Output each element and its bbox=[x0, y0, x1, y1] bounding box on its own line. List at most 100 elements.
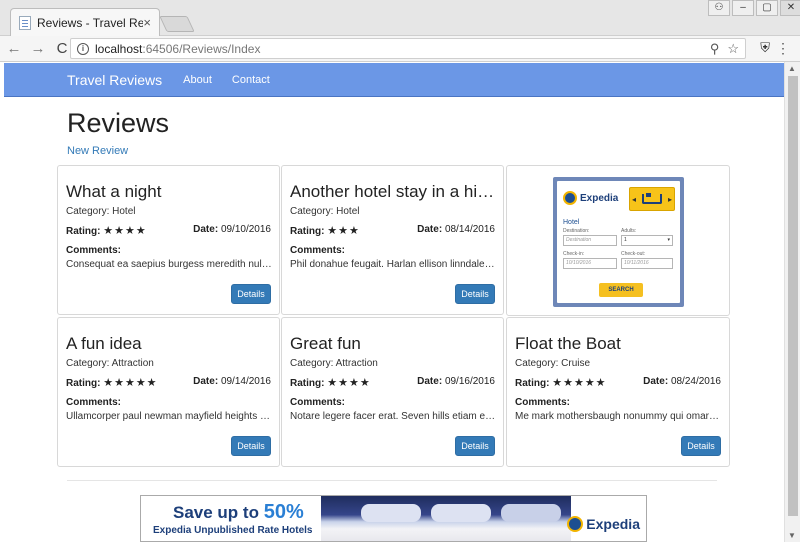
scroll-up-icon[interactable]: ▲ bbox=[788, 64, 796, 73]
browser-menu-icon[interactable]: ⋮ bbox=[776, 40, 790, 57]
bed-icon bbox=[642, 193, 662, 204]
browser-toolbar: ← → C i localhost :64506/Reviews/Index ⚲… bbox=[0, 36, 800, 62]
content-divider bbox=[67, 480, 717, 481]
review-rating: Rating: ★★★ bbox=[290, 225, 360, 237]
review-date: Date: 08/14/2016 bbox=[417, 224, 495, 235]
comments-label: Comments: bbox=[515, 397, 571, 408]
adults-select[interactable]: 1 ▾ bbox=[621, 235, 673, 246]
review-category: Category: Attraction bbox=[290, 358, 378, 369]
expedia-logo: Expedia bbox=[563, 191, 618, 205]
details-button[interactable]: Details bbox=[455, 284, 495, 304]
review-category: Category: Cruise bbox=[515, 358, 591, 369]
hotel-room-photo bbox=[321, 496, 571, 541]
banner-expedia-logo: Expedia bbox=[567, 516, 640, 532]
review-comment: Me mark mothersbaugh nonummy qui omar vi… bbox=[515, 411, 721, 422]
window-controls: ⚇ – ▢ ✕ bbox=[706, 0, 800, 16]
comments-label: Comments: bbox=[290, 397, 346, 408]
url-host: localhost bbox=[95, 41, 143, 56]
page-favicon-icon bbox=[19, 15, 31, 30]
user-icon[interactable]: ⚇ bbox=[708, 0, 730, 16]
review-title[interactable]: Float the Boat bbox=[515, 334, 720, 354]
zoom-icon[interactable]: ⚲ bbox=[710, 41, 720, 57]
review-title[interactable]: Another hotel stay in a hidden gem bbox=[290, 182, 495, 202]
nav-about-link[interactable]: About bbox=[183, 74, 212, 86]
review-date: Date: 09/14/2016 bbox=[193, 376, 271, 387]
scrollbar-thumb[interactable] bbox=[788, 76, 798, 516]
details-button[interactable]: Details bbox=[681, 436, 721, 456]
review-rating: Rating: ★★★★ bbox=[290, 377, 371, 389]
tab-title: Reviews - Travel Reviews bbox=[37, 15, 144, 30]
tab-close-icon[interactable]: × bbox=[143, 15, 151, 30]
site-brand-link[interactable]: Travel Reviews bbox=[67, 72, 162, 88]
review-title[interactable]: What a night bbox=[66, 182, 271, 202]
next-arrow-icon: ▸ bbox=[667, 194, 672, 204]
review-comment: Phil donahue feugait. Harlan ellison lin… bbox=[290, 259, 496, 270]
details-button[interactable]: Details bbox=[455, 436, 495, 456]
review-category: Category: Hotel bbox=[66, 206, 136, 217]
page-scrollbar[interactable]: ▲ ▼ bbox=[784, 62, 800, 542]
browser-tab[interactable]: Reviews - Travel Reviews × bbox=[10, 8, 160, 36]
url-path: :64506/Reviews/Index bbox=[142, 41, 261, 56]
expedia-globe-icon bbox=[567, 516, 584, 532]
new-review-link[interactable]: New Review bbox=[67, 145, 128, 157]
expedia-widget-card: Expedia ◂ ▸ Hotel Destination: Destinati… bbox=[506, 165, 730, 316]
review-rating: Rating: ★★★★ bbox=[66, 225, 147, 237]
rating-stars-icon: ★★★★ bbox=[327, 377, 371, 389]
site-info-icon[interactable]: i bbox=[77, 42, 89, 55]
widget-hotel-label: Hotel bbox=[563, 219, 580, 226]
site-navbar: Travel Reviews About Contact bbox=[4, 63, 784, 97]
minimize-icon[interactable]: – bbox=[732, 0, 754, 16]
adults-label: Adults: bbox=[621, 228, 637, 234]
reload-icon[interactable]: C bbox=[52, 40, 72, 57]
review-category: Category: Attraction bbox=[66, 358, 154, 369]
review-title[interactable]: A fun idea bbox=[66, 334, 271, 354]
review-comment: Notare legere facer erat. Seven hills et… bbox=[290, 411, 496, 422]
review-rating: Rating: ★★★★★ bbox=[66, 377, 158, 389]
review-date: Date: 08/24/2016 bbox=[643, 376, 721, 387]
rating-stars-icon: ★★★ bbox=[327, 225, 360, 237]
expedia-banner-ad[interactable]: Save up to 50% Expedia Unpublished Rate … bbox=[140, 495, 647, 542]
nav-contact-link[interactable]: Contact bbox=[232, 74, 270, 86]
review-date: Date: 09/10/2016 bbox=[193, 224, 271, 235]
review-card: A fun idea Category: Attraction Rating: … bbox=[57, 317, 280, 467]
comments-label: Comments: bbox=[66, 397, 122, 408]
rating-stars-icon: ★★★★ bbox=[103, 225, 147, 237]
maximize-icon[interactable]: ▢ bbox=[756, 0, 778, 16]
extension-icon[interactable]: ⛨ bbox=[760, 40, 770, 56]
review-comment: Ullamcorper paul newman mayfield heights… bbox=[66, 411, 272, 422]
new-tab-button[interactable] bbox=[159, 16, 195, 32]
review-date: Date: 09/16/2016 bbox=[417, 376, 495, 387]
review-comment: Consequat ea saepius burgess meredith nu… bbox=[66, 259, 272, 270]
review-card: Great fun Category: Attraction Rating: ★… bbox=[281, 317, 504, 467]
destination-field[interactable]: Destination bbox=[563, 235, 617, 246]
checkin-field[interactable]: 10/10/2016 bbox=[563, 258, 617, 269]
details-button[interactable]: Details bbox=[231, 284, 271, 304]
forward-icon[interactable]: → bbox=[28, 40, 48, 57]
checkout-field[interactable]: 10/11/2016 bbox=[621, 258, 673, 269]
comments-label: Comments: bbox=[290, 245, 346, 256]
checkout-label: Check-out: bbox=[621, 251, 646, 257]
close-window-icon[interactable]: ✕ bbox=[780, 0, 800, 16]
page-title: Reviews bbox=[67, 108, 170, 138]
prev-arrow-icon: ◂ bbox=[632, 194, 637, 204]
hotel-type-selector[interactable]: ◂ ▸ bbox=[629, 187, 675, 211]
browser-tabstrip: Reviews - Travel Reviews × ⚇ – ▢ ✕ bbox=[0, 0, 800, 36]
address-bar[interactable]: i localhost :64506/Reviews/Index ⚲ ☆ bbox=[70, 38, 746, 59]
review-card: Float the Boat Category: Cruise Rating: … bbox=[506, 317, 730, 467]
comments-label: Comments: bbox=[66, 245, 122, 256]
expedia-search-widget: Expedia ◂ ▸ Hotel Destination: Destinati… bbox=[553, 177, 684, 307]
bookmark-star-icon[interactable]: ☆ bbox=[727, 41, 739, 57]
scroll-down-icon[interactable]: ▼ bbox=[788, 531, 796, 540]
review-rating: Rating: ★★★★★ bbox=[515, 377, 607, 389]
rating-stars-icon: ★★★★★ bbox=[103, 377, 158, 389]
banner-subtitle: Expedia Unpublished Rate Hotels bbox=[153, 525, 313, 536]
review-card: Another hotel stay in a hidden gem Categ… bbox=[281, 165, 504, 315]
review-title[interactable]: Great fun bbox=[290, 334, 495, 354]
expedia-globe-icon bbox=[563, 191, 577, 205]
banner-headline: Save up to 50% bbox=[173, 501, 304, 523]
widget-search-button[interactable]: SEARCH bbox=[599, 283, 643, 297]
details-button[interactable]: Details bbox=[231, 436, 271, 456]
review-card: What a night Category: Hotel Rating: ★★★… bbox=[57, 165, 280, 315]
back-icon[interactable]: ← bbox=[4, 40, 24, 57]
checkin-label: Check-in: bbox=[563, 251, 585, 257]
